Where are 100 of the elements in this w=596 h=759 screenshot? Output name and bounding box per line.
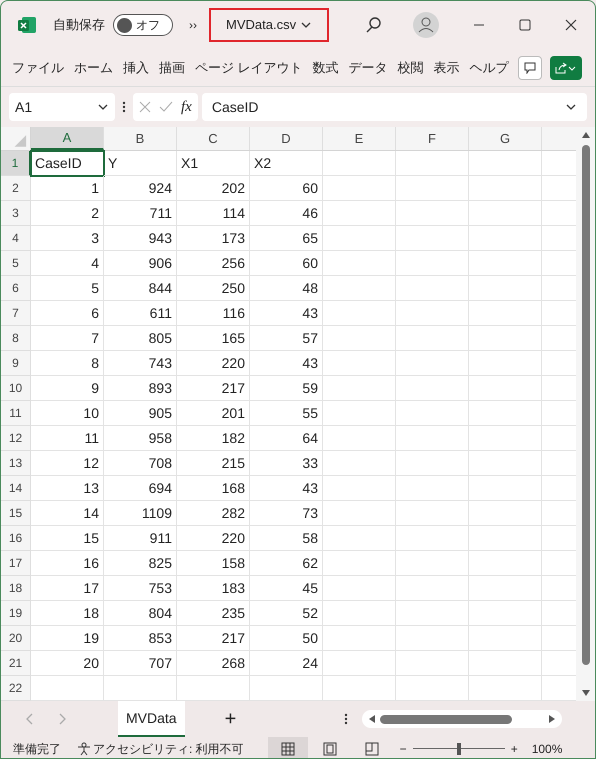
row-header[interactable]: 1 <box>1 151 31 176</box>
table-cell[interactable]: 943 <box>104 226 177 251</box>
table-cell[interactable]: 8 <box>31 351 104 376</box>
table-cell[interactable]: 804 <box>104 601 177 626</box>
table-cell[interactable]: 217 <box>177 376 250 401</box>
table-cell[interactable]: 16 <box>31 551 104 576</box>
table-cell[interactable]: 805 <box>104 326 177 351</box>
next-sheet-icon[interactable] <box>59 713 67 725</box>
table-cell[interactable]: 64 <box>250 426 323 451</box>
table-cell[interactable]: 11 <box>31 426 104 451</box>
table-cell[interactable] <box>323 626 396 651</box>
table-cell[interactable] <box>396 626 469 651</box>
table-cell[interactable]: 18 <box>31 601 104 626</box>
table-cell[interactable]: 58 <box>250 526 323 551</box>
table-cell[interactable]: 43 <box>250 476 323 501</box>
column-header[interactable]: C <box>177 127 250 150</box>
previous-sheet-icon[interactable] <box>25 713 33 725</box>
table-cell[interactable]: 60 <box>250 251 323 276</box>
row-header[interactable]: 18 <box>1 576 31 601</box>
table-cell[interactable] <box>396 226 469 251</box>
table-cell[interactable]: 217 <box>177 626 250 651</box>
ribbon-tab[interactable]: ページ レイアウト <box>190 58 308 78</box>
table-cell[interactable] <box>469 551 542 576</box>
table-cell[interactable] <box>396 176 469 201</box>
avatar-icon[interactable] <box>413 12 440 38</box>
column-header[interactable]: G <box>469 127 542 150</box>
table-cell[interactable] <box>323 451 396 476</box>
table-cell[interactable]: 924 <box>104 176 177 201</box>
name-box[interactable]: A1 <box>9 93 115 121</box>
table-cell[interactable] <box>323 326 396 351</box>
table-cell[interactable] <box>469 176 542 201</box>
scroll-up-icon[interactable] <box>580 131 590 139</box>
table-cell[interactable] <box>323 376 396 401</box>
comments-button[interactable] <box>518 56 542 80</box>
zoom-out-button[interactable]: − <box>400 740 407 758</box>
table-cell[interactable] <box>469 376 542 401</box>
table-cell[interactable]: 12 <box>31 451 104 476</box>
table-cell[interactable]: 45 <box>250 576 323 601</box>
active-cell[interactable]: CaseID <box>31 151 104 176</box>
table-cell[interactable] <box>396 426 469 451</box>
sheet-tab[interactable]: MVData <box>118 701 185 737</box>
table-cell[interactable] <box>469 476 542 501</box>
row-header[interactable]: 9 <box>1 351 31 376</box>
table-cell[interactable] <box>469 226 542 251</box>
zoom-level[interactable]: 100% <box>532 740 562 758</box>
table-cell[interactable]: 65 <box>250 226 323 251</box>
table-cell[interactable]: 165 <box>177 326 250 351</box>
row-header[interactable]: 5 <box>1 251 31 276</box>
table-cell[interactable] <box>323 351 396 376</box>
horizontal-scrollbar[interactable] <box>362 710 562 728</box>
table-cell[interactable] <box>396 251 469 276</box>
table-cell[interactable]: 10 <box>31 401 104 426</box>
table-cell[interactable]: 60 <box>250 176 323 201</box>
table-cell[interactable]: 20 <box>31 651 104 676</box>
table-cell[interactable]: 711 <box>104 201 177 226</box>
slider-thumb[interactable] <box>456 742 461 754</box>
table-cell[interactable] <box>323 401 396 426</box>
table-cell[interactable] <box>469 601 542 626</box>
table-cell[interactable]: 611 <box>104 301 177 326</box>
row-header[interactable]: 22 <box>1 676 31 701</box>
table-cell[interactable] <box>323 276 396 301</box>
table-cell[interactable]: 116 <box>177 301 250 326</box>
table-cell[interactable] <box>469 326 542 351</box>
table-cell[interactable]: 268 <box>177 651 250 676</box>
table-cell[interactable] <box>469 626 542 651</box>
table-cell[interactable] <box>323 201 396 226</box>
table-cell[interactable] <box>396 576 469 601</box>
column-header[interactable]: E <box>323 127 396 150</box>
table-cell[interactable]: 250 <box>177 276 250 301</box>
table-cell[interactable] <box>396 601 469 626</box>
row-header[interactable]: 19 <box>1 601 31 626</box>
close-icon[interactable] <box>565 19 578 31</box>
table-cell[interactable]: 173 <box>177 226 250 251</box>
table-cell[interactable]: 911 <box>104 526 177 551</box>
table-cell[interactable]: 46 <box>250 201 323 226</box>
table-cell[interactable]: 168 <box>177 476 250 501</box>
table-cell[interactable] <box>396 451 469 476</box>
table-cell[interactable]: 13 <box>31 476 104 501</box>
table-cell[interactable] <box>323 301 396 326</box>
table-cell[interactable]: 2 <box>31 201 104 226</box>
table-cell[interactable]: 3 <box>31 226 104 251</box>
row-header[interactable]: 13 <box>1 451 31 476</box>
table-cell[interactable] <box>396 551 469 576</box>
table-cell[interactable] <box>469 251 542 276</box>
table-cell[interactable]: 158 <box>177 551 250 576</box>
table-cell[interactable]: 19 <box>31 626 104 651</box>
add-sheet-button[interactable]: + <box>224 709 236 729</box>
row-header[interactable]: 3 <box>1 201 31 226</box>
table-cell[interactable]: 282 <box>177 501 250 526</box>
table-cell[interactable]: 62 <box>250 551 323 576</box>
table-cell[interactable]: 958 <box>104 426 177 451</box>
table-cell[interactable]: 50 <box>250 626 323 651</box>
table-cell[interactable] <box>323 551 396 576</box>
table-cell[interactable] <box>396 151 469 176</box>
table-cell[interactable] <box>323 526 396 551</box>
table-cell[interactable]: 59 <box>250 376 323 401</box>
scroll-down-icon[interactable] <box>580 689 590 697</box>
table-cell[interactable]: 73 <box>250 501 323 526</box>
ribbon-tab[interactable]: 校閲 <box>392 58 429 78</box>
table-cell[interactable]: 182 <box>177 426 250 451</box>
